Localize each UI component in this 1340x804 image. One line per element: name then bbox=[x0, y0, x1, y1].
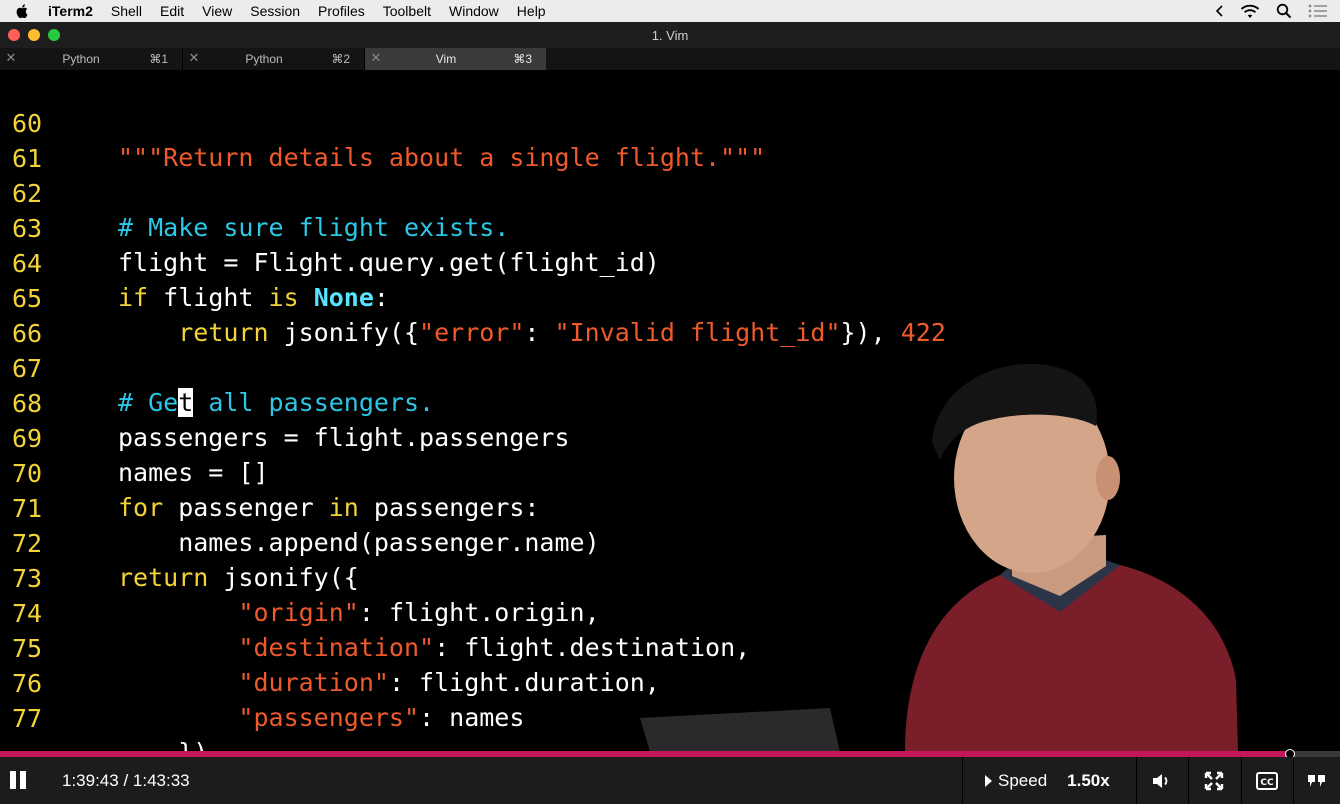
line-content: flight = Flight.query.get(flight_id) bbox=[118, 248, 660, 277]
line-number: 77 bbox=[12, 704, 43, 733]
menu-app-name[interactable]: iTerm2 bbox=[48, 3, 93, 19]
line-content: if flight is None: bbox=[118, 283, 389, 312]
notification-center-icon[interactable] bbox=[1308, 4, 1328, 18]
pause-icon[interactable] bbox=[10, 771, 28, 789]
line-content: """Return details about a single flight.… bbox=[118, 143, 766, 172]
playback-time: 1:39:43 / 1:43:33 bbox=[62, 771, 190, 790]
code-line: 70 for passenger in passengers: bbox=[0, 423, 539, 522]
close-window-button[interactable] bbox=[8, 29, 20, 41]
window-title: 1. Vim bbox=[651, 27, 689, 43]
divider bbox=[1293, 757, 1294, 804]
code-line: 69 names = [] bbox=[0, 388, 269, 487]
divider bbox=[1188, 757, 1189, 804]
apple-logo-icon[interactable] bbox=[14, 3, 30, 19]
tab-label: Python bbox=[62, 52, 100, 66]
fullscreen-icon[interactable] bbox=[1203, 770, 1225, 792]
caret-right-icon bbox=[985, 775, 992, 787]
spotlight-search-icon[interactable] bbox=[1276, 3, 1292, 19]
line-content: for passenger in passengers: bbox=[118, 493, 540, 522]
divider bbox=[1136, 757, 1137, 804]
line-content: passengers = flight.passengers bbox=[118, 423, 570, 452]
line-content: "duration": flight.duration, bbox=[238, 668, 660, 697]
code-line: 61 bbox=[0, 108, 60, 173]
laptop-shape bbox=[640, 708, 840, 752]
menu-view[interactable]: View bbox=[202, 3, 232, 19]
tab-python-2[interactable]: ✕ Python ⌘2 bbox=[182, 48, 364, 70]
divider bbox=[1241, 757, 1242, 804]
speed-button[interactable]: Speed 1.50x bbox=[985, 771, 1110, 791]
chevron-left-icon[interactable] bbox=[1216, 5, 1224, 17]
code-line: 66 bbox=[0, 283, 60, 348]
menu-toolbelt[interactable]: Toolbelt bbox=[383, 3, 431, 19]
transcript-icon[interactable] bbox=[1306, 770, 1328, 792]
window-title-bar: 1. Vim bbox=[0, 22, 1340, 48]
tab-bar: ✕ Python ⌘1 ✕ Python ⌘2 ✕ Vim ⌘3 bbox=[0, 48, 1340, 70]
wifi-icon[interactable] bbox=[1240, 4, 1260, 19]
tab-shortcut: ⌘3 bbox=[513, 52, 532, 66]
code-line: 63 flight = Flight.query.get(flight_id) bbox=[0, 178, 660, 277]
line-content: "origin": flight.origin, bbox=[238, 598, 600, 627]
code-line: 77 }) bbox=[0, 668, 208, 767]
line-content: return jsonify({"error": "Invalid flight… bbox=[178, 318, 946, 347]
tab-label: Python bbox=[245, 52, 283, 66]
tab-shortcut: ⌘2 bbox=[331, 52, 350, 66]
code-line: 60 """Return details about a single flig… bbox=[0, 73, 765, 172]
line-content: # Get all passengers. bbox=[118, 388, 435, 417]
traffic-lights bbox=[8, 29, 60, 41]
video-controls: 1:39:43 / 1:43:33 Speed 1.50x CC bbox=[0, 757, 1340, 804]
line-content: names = [] bbox=[118, 458, 269, 487]
minimize-window-button[interactable] bbox=[28, 29, 40, 41]
code-line: 64 if flight is None: bbox=[0, 213, 389, 312]
tab-label: Vim bbox=[435, 52, 457, 66]
code-line: 67 # Get all passengers. bbox=[0, 318, 434, 417]
line-content: # Make sure flight exists. bbox=[118, 213, 510, 242]
svg-text:CC: CC bbox=[1260, 778, 1274, 788]
code-line: 75 "duration": flight.duration, bbox=[0, 598, 660, 697]
menu-window[interactable]: Window bbox=[449, 3, 499, 19]
line-content: names.append(passenger.name) bbox=[118, 528, 600, 557]
menu-session[interactable]: Session bbox=[250, 3, 300, 19]
menu-edit[interactable]: Edit bbox=[160, 3, 184, 19]
menu-bar: iTerm2 Shell Edit View Session Profiles … bbox=[0, 0, 1340, 22]
speed-label: Speed bbox=[998, 771, 1048, 790]
code-line: 68 passengers = flight.passengers bbox=[0, 353, 570, 452]
presenter-video-overlay bbox=[640, 363, 1238, 752]
menu-help[interactable]: Help bbox=[517, 3, 546, 19]
line-content: "passengers": names bbox=[238, 703, 525, 732]
presenter-ear bbox=[1096, 456, 1120, 500]
tab-vim[interactable]: ✕ Vim ⌘3 bbox=[364, 48, 546, 70]
volume-icon[interactable] bbox=[1151, 770, 1173, 792]
code-line: 62 # Make sure flight exists. bbox=[0, 143, 509, 242]
code-line: 73 "origin": flight.origin, bbox=[0, 528, 600, 627]
text-cursor: t bbox=[178, 388, 194, 417]
divider bbox=[962, 757, 963, 804]
zoom-window-button[interactable] bbox=[48, 29, 60, 41]
code-line: 65 return jsonify({"error": "Invalid fli… bbox=[0, 248, 946, 347]
status-icons bbox=[1216, 0, 1328, 22]
code-line: 71 names.append(passenger.name) bbox=[0, 458, 600, 557]
tab-python-1[interactable]: ✕ Python ⌘1 bbox=[0, 48, 182, 70]
menu-shell[interactable]: Shell bbox=[111, 3, 142, 19]
code-line: 76 "passengers": names bbox=[0, 633, 524, 732]
speed-value: 1.50x bbox=[1067, 771, 1110, 790]
menu-profiles[interactable]: Profiles bbox=[318, 3, 365, 19]
code-line: 72 return jsonify({ bbox=[0, 493, 359, 592]
closed-captions-icon[interactable]: CC bbox=[1256, 770, 1278, 792]
code-line: 74 "destination": flight.destination, bbox=[0, 563, 750, 662]
tab-shortcut: ⌘1 bbox=[149, 52, 168, 66]
line-content: return jsonify({ bbox=[118, 563, 359, 592]
